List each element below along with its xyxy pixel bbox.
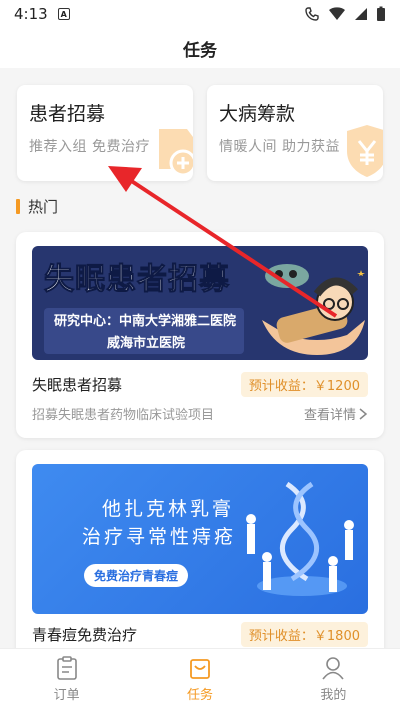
section-header: 热门 [16, 196, 58, 217]
call-forward-icon [305, 7, 319, 21]
clock: 4:13 [14, 5, 48, 23]
category-title: 患者招募 [29, 103, 106, 125]
bottom-tab-bar: 订单 任务 我的 [0, 648, 400, 710]
view-details-label: 查看详情 [303, 408, 356, 423]
wifi-icon [329, 7, 345, 20]
signal-icon [355, 8, 367, 20]
task-banner: 失眠患者招募 研究中心：中南大学湘雅二医院 威海市立医院 [32, 246, 368, 360]
reward-badge: 预计收益：￥1200 [240, 372, 368, 397]
task-description: 招募失眠患者药物临床试验项目 [32, 408, 215, 423]
banner-pill: 免费治疗青春痘 [84, 564, 189, 587]
tab-label: 订单 [53, 688, 80, 703]
tab-label: 任务 [186, 688, 213, 703]
task-banner: 他扎克林乳膏 治疗寻常性痔疮 免费治疗青春痘 [32, 464, 368, 614]
person-icon [322, 657, 344, 680]
reward-badge: 预计收益：￥1800 [240, 622, 368, 647]
dna-lab-illustration [246, 481, 354, 596]
section-title: 热门 [28, 198, 59, 216]
banner-line: 他扎克林乳膏 [102, 498, 235, 520]
plus-circle-icon [159, 129, 193, 177]
view-details-link[interactable]: 查看详情 [304, 404, 368, 423]
sleeping-person-illustration [262, 264, 365, 355]
clipboard-icon [56, 656, 77, 680]
tab-label: 我的 [320, 688, 347, 703]
task-name: 青春痘免费治疗 [32, 626, 138, 644]
tab-orders[interactable]: 订单 [0, 649, 133, 710]
banner-title: 失眠患者招募 [44, 262, 230, 298]
category-title: 大病筹款 [219, 103, 296, 125]
task-name: 失眠患者招募 [32, 376, 123, 394]
tab-tasks[interactable]: 任务 [133, 649, 266, 710]
page-title: 任务 [0, 28, 400, 68]
category-card-illness-fundraise[interactable]: 大病筹款 情暖人间 助力获益 [207, 85, 383, 181]
banner-line: 威海市立医院 [107, 336, 186, 351]
section-accent-bar [16, 199, 20, 214]
banner-line: 治疗寻常性痔疮 [82, 526, 237, 548]
notification-icon: A [57, 8, 70, 20]
task-card-insomnia[interactable]: 失眠患者招募 研究中心：中南大学湘雅二医院 威海市立医院 失眠患者招募 预计收益… [16, 232, 384, 438]
banner-line: 研究中心：中南大学湘雅二医院 [54, 314, 237, 329]
bag-icon [190, 659, 210, 679]
status-bar: 4:13 A [0, 0, 400, 28]
battery-icon [377, 6, 385, 21]
category-card-patient-recruit[interactable]: 患者招募 推荐入组 免费治疗 [17, 85, 193, 181]
chevron-right-icon [359, 407, 368, 420]
tab-profile[interactable]: 我的 [267, 649, 400, 710]
yen-shield-icon [347, 125, 383, 177]
task-card-acne[interactable]: 他扎克林乳膏 治疗寻常性痔疮 免费治疗青春痘 青春痘免费治疗 预计收益：￥180… [16, 450, 384, 660]
